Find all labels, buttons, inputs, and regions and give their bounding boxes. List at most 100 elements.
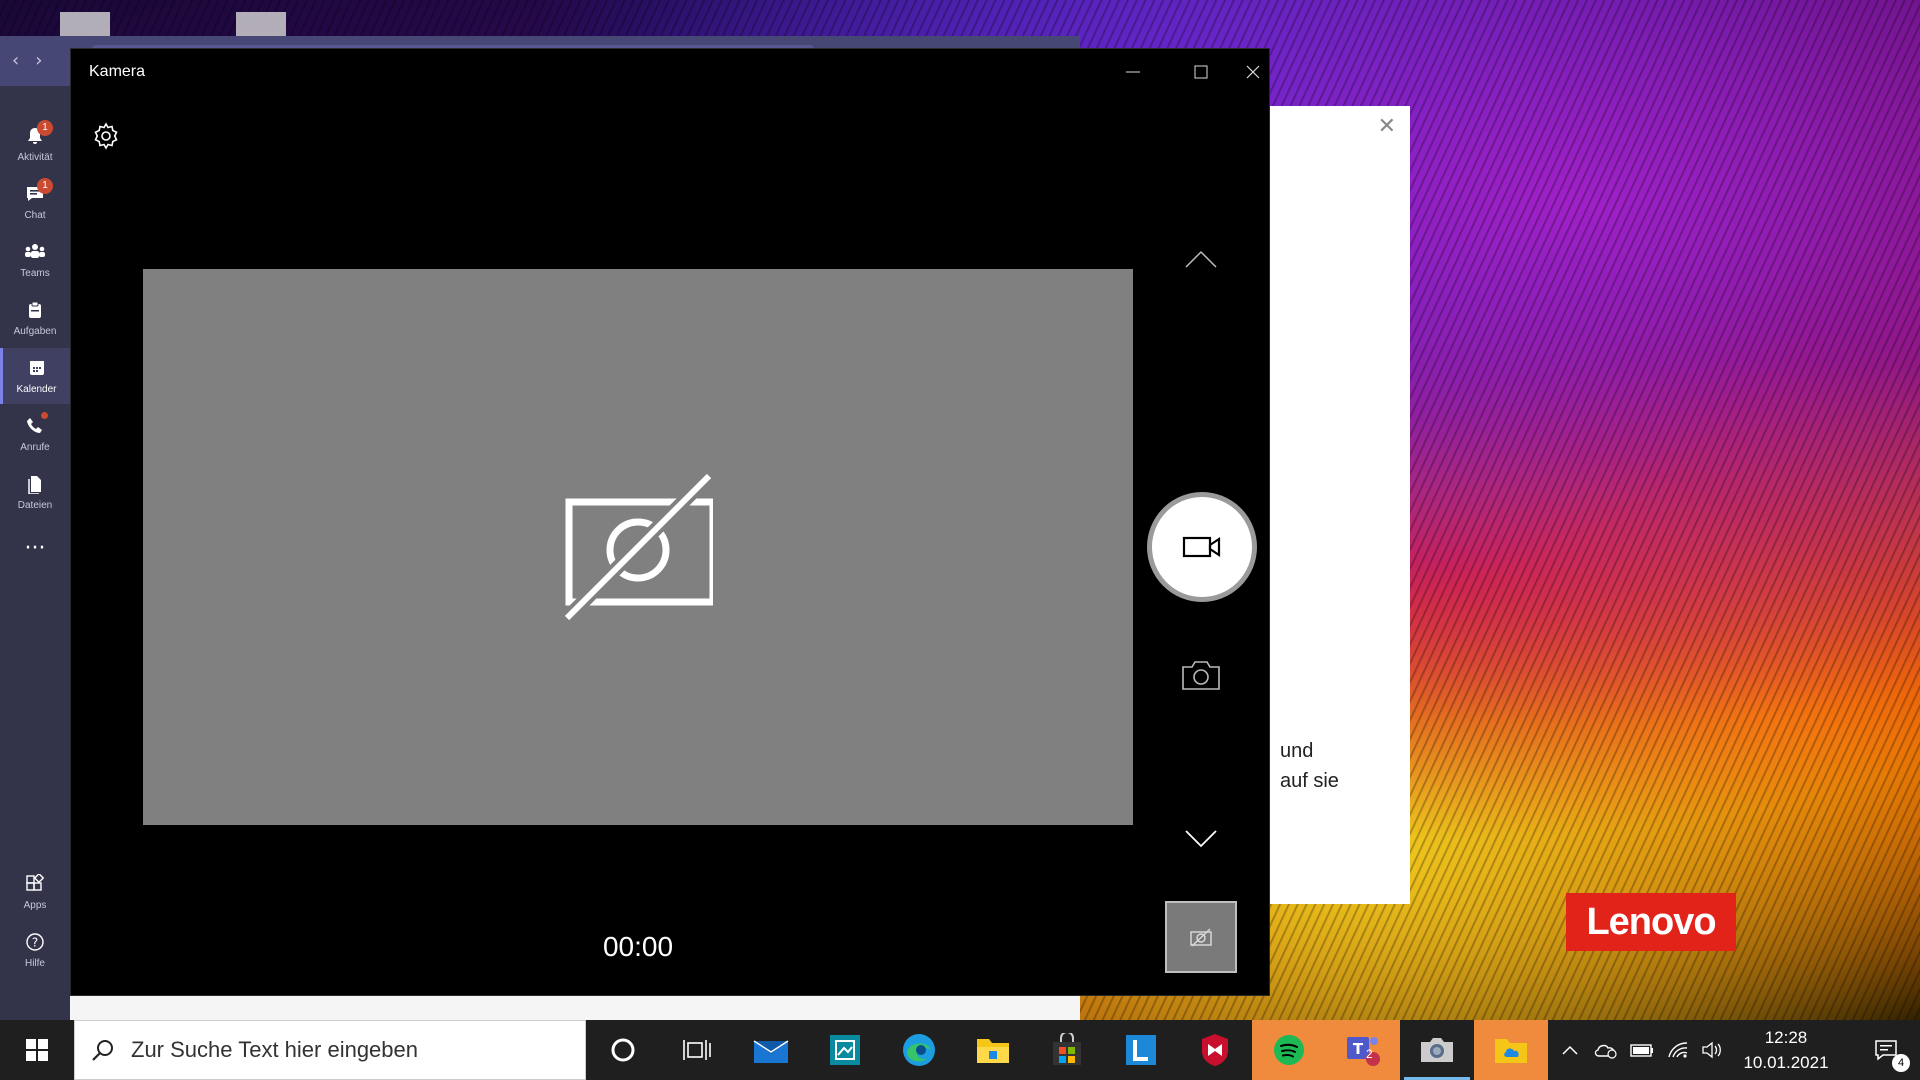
teams-app-icon: T	[1347, 1037, 1380, 1066]
chat-icon: 1	[25, 177, 53, 208]
cortana-button[interactable]	[586, 1020, 660, 1080]
minimize-button[interactable]	[1099, 49, 1167, 95]
cloud-sync-icon	[1594, 1044, 1617, 1059]
tasks-icon	[25, 300, 45, 324]
svg-text:T: T	[1353, 1040, 1364, 1058]
maximize-button[interactable]	[1167, 49, 1235, 95]
rail-item-help[interactable]: ? Hilfe	[0, 922, 70, 978]
recording-timer: 00:00	[602, 931, 674, 962]
clock-date: 10.01.2021	[1743, 1053, 1829, 1072]
tray-overflow-button[interactable]	[1552, 1020, 1588, 1080]
taskbar-mcafee[interactable]	[1178, 1020, 1252, 1080]
close-icon[interactable]: ✕	[1378, 114, 1396, 139]
spotify-icon	[1274, 1035, 1304, 1065]
task-view-icon	[683, 1040, 711, 1060]
desktop-recycle-bin-icon[interactable]	[60, 12, 110, 36]
scroll-down-button[interactable]	[1146, 829, 1256, 849]
photo-app-icon	[830, 1035, 860, 1065]
chevron-down-icon	[1185, 830, 1217, 848]
rail-dot	[41, 411, 48, 419]
taskbar-photos-app[interactable]	[808, 1020, 882, 1080]
rail-label: Aufgaben	[13, 325, 57, 337]
more-dots-icon: ···	[24, 536, 46, 561]
taskbar-teams[interactable]: T 2	[1326, 1020, 1400, 1080]
wifi-icon	[1668, 1042, 1688, 1058]
chevron-up-icon	[1185, 250, 1217, 268]
edge-browser-icon	[903, 1034, 935, 1066]
svg-text:?: ?	[32, 935, 38, 949]
notification-count-badge: 4	[1892, 1054, 1910, 1072]
mcafee-shield-icon	[1202, 1034, 1228, 1066]
rail-label: Anrufe	[20, 441, 50, 453]
rail-item-calls[interactable]: Anrufe	[0, 406, 70, 462]
dialog-text-line: und	[1280, 740, 1314, 762]
scroll-up-button[interactable]	[1146, 249, 1256, 269]
tray-volume[interactable]	[1694, 1020, 1730, 1080]
taskbar-file-explorer[interactable]	[956, 1020, 1030, 1080]
photo-camera-icon	[1182, 661, 1220, 690]
close-icon	[1246, 65, 1260, 79]
windows-logo-icon	[26, 1039, 48, 1061]
taskbar-search-box[interactable]	[74, 1020, 586, 1080]
rail-item-chat[interactable]: 1 Chat	[0, 174, 70, 230]
video-camera-icon	[1182, 536, 1221, 558]
desktop-file-icon[interactable]	[236, 12, 286, 36]
dialog-text-line: auf sie	[1280, 770, 1339, 792]
teams-taskbar-badge: 2	[1366, 1047, 1373, 1061]
rail-label: Kalender	[16, 383, 57, 395]
tray-wifi[interactable]	[1660, 1020, 1696, 1080]
rail-label: Hilfe	[24, 957, 45, 969]
battery-icon	[1630, 1044, 1653, 1057]
tray-battery[interactable]	[1624, 1020, 1660, 1080]
teams-icon	[24, 242, 46, 266]
rail-item-files[interactable]: Dateien	[0, 464, 70, 520]
taskbar-camera[interactable]	[1400, 1020, 1474, 1080]
rail-more-button[interactable]: ···	[0, 522, 70, 578]
taskbar-edge[interactable]	[882, 1020, 956, 1080]
apps-icon	[25, 872, 45, 898]
start-button[interactable]	[0, 1020, 74, 1080]
files-icon	[25, 474, 45, 498]
minimize-icon	[1126, 71, 1140, 73]
rail-item-apps[interactable]: Apps	[0, 864, 70, 920]
tray-onedrive[interactable]	[1588, 1020, 1624, 1080]
maximize-icon	[1194, 65, 1208, 79]
rail-item-tasks[interactable]: Aufgaben	[0, 290, 70, 346]
taskbar-spotify[interactable]	[1252, 1020, 1326, 1080]
photo-mode-button[interactable]	[1146, 659, 1256, 691]
folder-icon	[977, 1039, 1009, 1063]
mail-icon	[753, 1040, 789, 1063]
rail-label: Teams	[20, 267, 50, 279]
camera-preview	[143, 269, 1133, 825]
rail-badge: 1	[37, 119, 53, 136]
calendar-icon	[27, 358, 47, 382]
taskbar-clock[interactable]: 12:28 10.01.2021	[1730, 1025, 1842, 1075]
cortana-circle-icon	[611, 1038, 635, 1062]
rail-item-calendar[interactable]: Kalender	[0, 348, 70, 404]
rail-item-activity[interactable]: 1 Aktivität	[0, 116, 70, 172]
settings-button[interactable]	[91, 121, 121, 151]
lenovo-logo: Lenovo	[1566, 893, 1736, 951]
bell-icon: 1	[25, 119, 53, 150]
taskbar-lenovo-vantage[interactable]	[1104, 1020, 1178, 1080]
help-icon: ?	[25, 932, 45, 956]
close-button[interactable]	[1235, 49, 1271, 95]
taskbar-onedrive-folder[interactable]	[1474, 1020, 1548, 1080]
clock-time: 12:28	[1764, 1028, 1808, 1047]
search-input[interactable]	[131, 1037, 551, 1063]
taskbar-mail[interactable]	[734, 1020, 808, 1080]
teams-nav-arrows: ‹ ›	[12, 50, 42, 71]
forward-arrow-icon[interactable]: ›	[35, 50, 42, 71]
search-icon	[92, 1040, 113, 1061]
taskbar: T 2 12:28 10.01.2021 4	[0, 1020, 1920, 1080]
back-arrow-icon[interactable]: ‹	[12, 50, 19, 71]
camera-app-icon	[1421, 1038, 1453, 1062]
rail-label: Dateien	[17, 499, 53, 511]
action-center-button[interactable]: 4	[1856, 1020, 1916, 1080]
window-title: Kamera	[89, 63, 146, 80]
record-video-button[interactable]	[1147, 492, 1257, 602]
task-view-button[interactable]	[660, 1020, 734, 1080]
taskbar-store[interactable]	[1030, 1020, 1104, 1080]
rail-item-teams[interactable]: Teams	[0, 232, 70, 288]
rail-label: Aktivität	[17, 151, 53, 163]
